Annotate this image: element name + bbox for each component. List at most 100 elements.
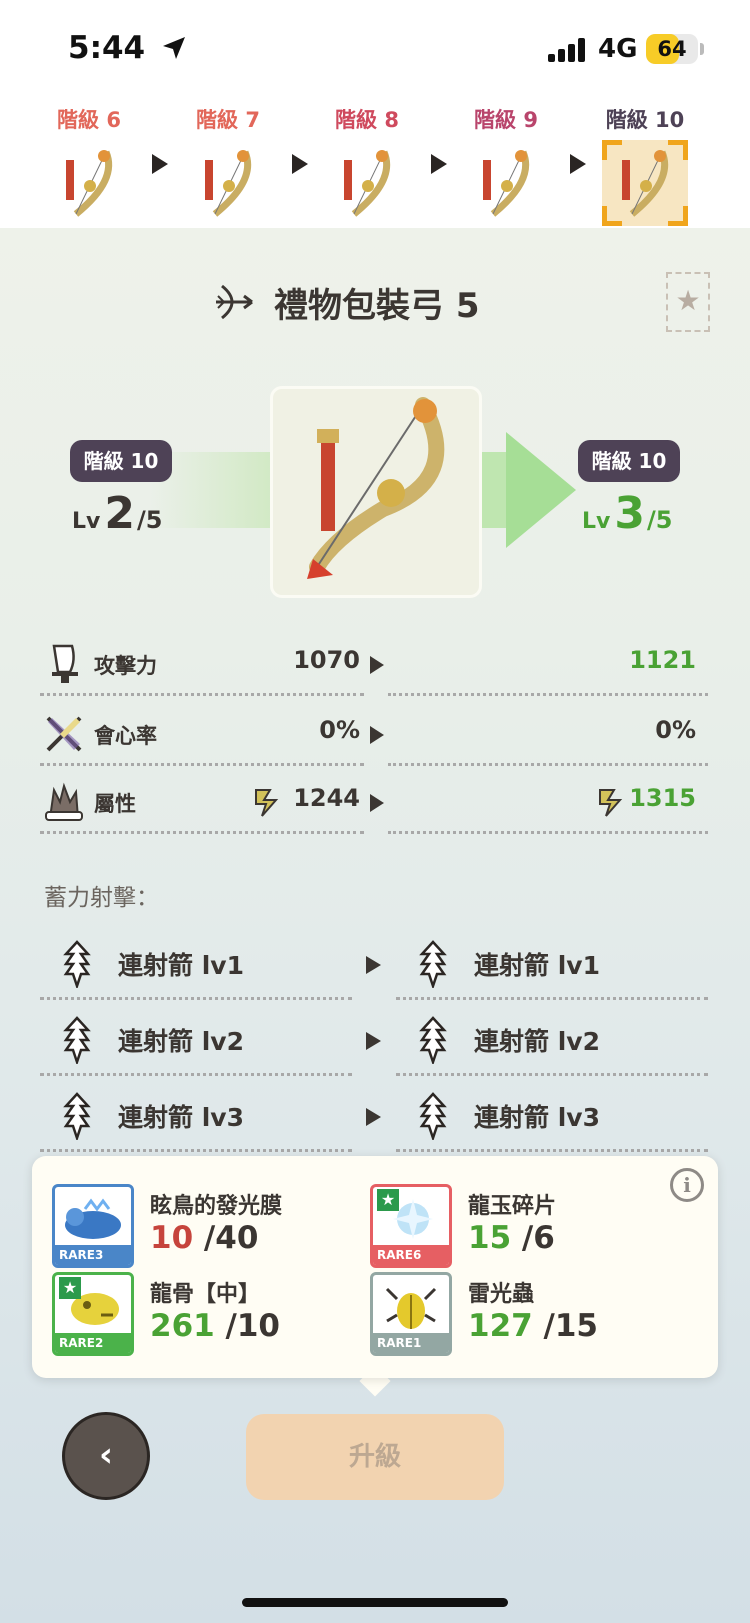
material-count: 15 /6 [468, 1220, 555, 1256]
shot-arrow-icon [366, 1032, 381, 1050]
grade-item-6[interactable]: 階級 6 [34, 104, 144, 226]
upgrade-button[interactable]: 升級 [246, 1414, 504, 1500]
grade-strip: 階級 6 階級 7 階級 8 階級 9 階級 10 [0, 96, 750, 228]
charged-shot-label: 蓄力射擊： [44, 885, 159, 911]
grade-item-8[interactable]: 階級 8 [312, 104, 422, 226]
stat-row-affinity: 會心率 0% 0% [40, 706, 708, 766]
battery-tip [700, 43, 704, 55]
back-button[interactable]: ‹ [62, 1412, 150, 1500]
grade-arrow-icon [152, 154, 168, 174]
lv-number: 2 [104, 488, 135, 539]
shot-current: 連射箭 lv3 [118, 1103, 244, 1132]
material-have: 261 [150, 1308, 215, 1344]
rapid-shot-icon [63, 1092, 91, 1140]
material-count: 127 /15 [468, 1308, 598, 1344]
grade-badge-current: 階級 10 [70, 440, 172, 482]
location-arrow-icon [163, 37, 185, 59]
shot-next: 連射箭 lv2 [474, 1027, 600, 1056]
grade-item-9[interactable]: 階級 9 [451, 104, 561, 226]
stat-current: 1244 [293, 784, 360, 812]
material-item[interactable]: ★ RARE6 龍玉碎片 15 /6 [370, 1184, 690, 1270]
grade-label: 階級 7 [196, 108, 260, 132]
star-icon: ★ [675, 284, 701, 317]
bow-thumbnail [185, 140, 271, 226]
lv-prefix: Lv [582, 509, 611, 534]
rarity-badge: RARE1 [373, 1333, 449, 1353]
material-item[interactable]: ★ RARE2 龍骨【中】 261 /10 [52, 1272, 372, 1358]
stat-label: 屬性 [94, 792, 136, 816]
level-arrow-bar [478, 452, 508, 528]
signal-icon [548, 38, 586, 62]
rapid-shot-icon [419, 940, 447, 988]
material-thumbnail: RARE1 [370, 1272, 452, 1356]
material-name: 眩鳥的發光膜 [150, 1194, 283, 1219]
rarity-badge: RARE6 [373, 1245, 449, 1265]
grade-badge-next: 階級 10 [578, 440, 680, 482]
blue-lizard-icon [65, 1198, 121, 1239]
material-count: 261 /10 [150, 1308, 280, 1344]
level-current: Lv2/5 [72, 488, 162, 539]
bow-icon [66, 150, 113, 217]
lv-number: 3 [614, 488, 645, 539]
star-icon: ★ [377, 1189, 399, 1211]
rarity-badge: RARE2 [55, 1333, 131, 1353]
grade-arrow-icon [570, 154, 586, 174]
network-type: 4G [598, 34, 638, 64]
stat-label: 攻擊力 [94, 654, 157, 678]
shot-current: 連射箭 lv1 [118, 951, 244, 980]
status-time: 5:44 [68, 30, 146, 66]
bow-icon [344, 150, 391, 217]
affinity-swords-icon [46, 716, 82, 752]
attack-blade-icon [52, 644, 78, 683]
shot-row-3: 連射箭 lv3 連射箭 lv3 [40, 1082, 708, 1152]
material-item[interactable]: RARE3 眩鳥的發光膜 10 /40 [52, 1184, 372, 1270]
lv-prefix: Lv [72, 509, 101, 534]
shot-arrow-icon [366, 1108, 381, 1126]
home-indicator [242, 1598, 508, 1607]
bow-thumbnail [463, 140, 549, 226]
material-count: 10 /40 [150, 1220, 258, 1256]
stat-next: 0% [655, 716, 696, 744]
grade-label: 階級 8 [335, 108, 399, 132]
material-have: 10 [150, 1220, 194, 1256]
star-icon: ★ [59, 1277, 81, 1299]
material-have: 127 [468, 1308, 533, 1344]
materials-popup: i RARE3 眩鳥的發光膜 10 /40 ★ RARE6 龍玉碎片 15 /6… [32, 1156, 718, 1378]
lv-max: /5 [136, 506, 163, 534]
shot-arrow-icon [366, 956, 381, 974]
grade-label: 階級 10 [605, 108, 685, 132]
rapid-shot-icon [419, 1016, 447, 1064]
material-item[interactable]: RARE1 雷光蟲 127 /15 [370, 1272, 690, 1358]
bow-icon [307, 397, 445, 579]
material-thumbnail: ★ RARE6 [370, 1184, 452, 1268]
material-need: /10 [214, 1308, 280, 1344]
rarity-badge: RARE3 [55, 1245, 131, 1265]
favorite-button[interactable]: ★ [666, 272, 710, 332]
grade-item-10[interactable]: 階級 10 [590, 104, 700, 226]
stat-current: 1070 [293, 646, 360, 674]
rapid-shot-icon [63, 940, 91, 988]
stat-next: 1121 [629, 646, 696, 674]
material-need: /6 [511, 1220, 555, 1256]
shot-next: 連射箭 lv1 [474, 951, 600, 980]
thunder-element-icon [599, 789, 623, 817]
lv-max: /5 [646, 506, 673, 534]
material-thumbnail: ★ RARE2 [52, 1272, 134, 1356]
stat-arrow-icon [370, 726, 384, 744]
bow-thumbnail [46, 140, 132, 226]
shot-row-1: 連射箭 lv1 連射箭 lv1 [40, 930, 708, 1000]
material-name: 龍骨【中】 [150, 1282, 261, 1307]
grade-item-7[interactable]: 階級 7 [173, 104, 283, 226]
stat-arrow-icon [370, 794, 384, 812]
weapon-title: 禮物包裝弓 5 [274, 286, 480, 326]
level-next: Lv3/5 [582, 488, 672, 539]
grade-arrow-icon [292, 154, 308, 174]
chevron-left-icon: ‹ [98, 1435, 113, 1475]
stat-row-attack: 攻擊力 1070 1121 [40, 636, 708, 696]
stat-next: 1315 [629, 784, 696, 812]
battery-icon: 64 [646, 34, 698, 64]
material-need: /15 [532, 1308, 598, 1344]
bow-weapon-type-icon [216, 284, 253, 320]
status-bar: 5:44 4G 64 [0, 0, 750, 96]
rapid-shot-icon [419, 1092, 447, 1140]
